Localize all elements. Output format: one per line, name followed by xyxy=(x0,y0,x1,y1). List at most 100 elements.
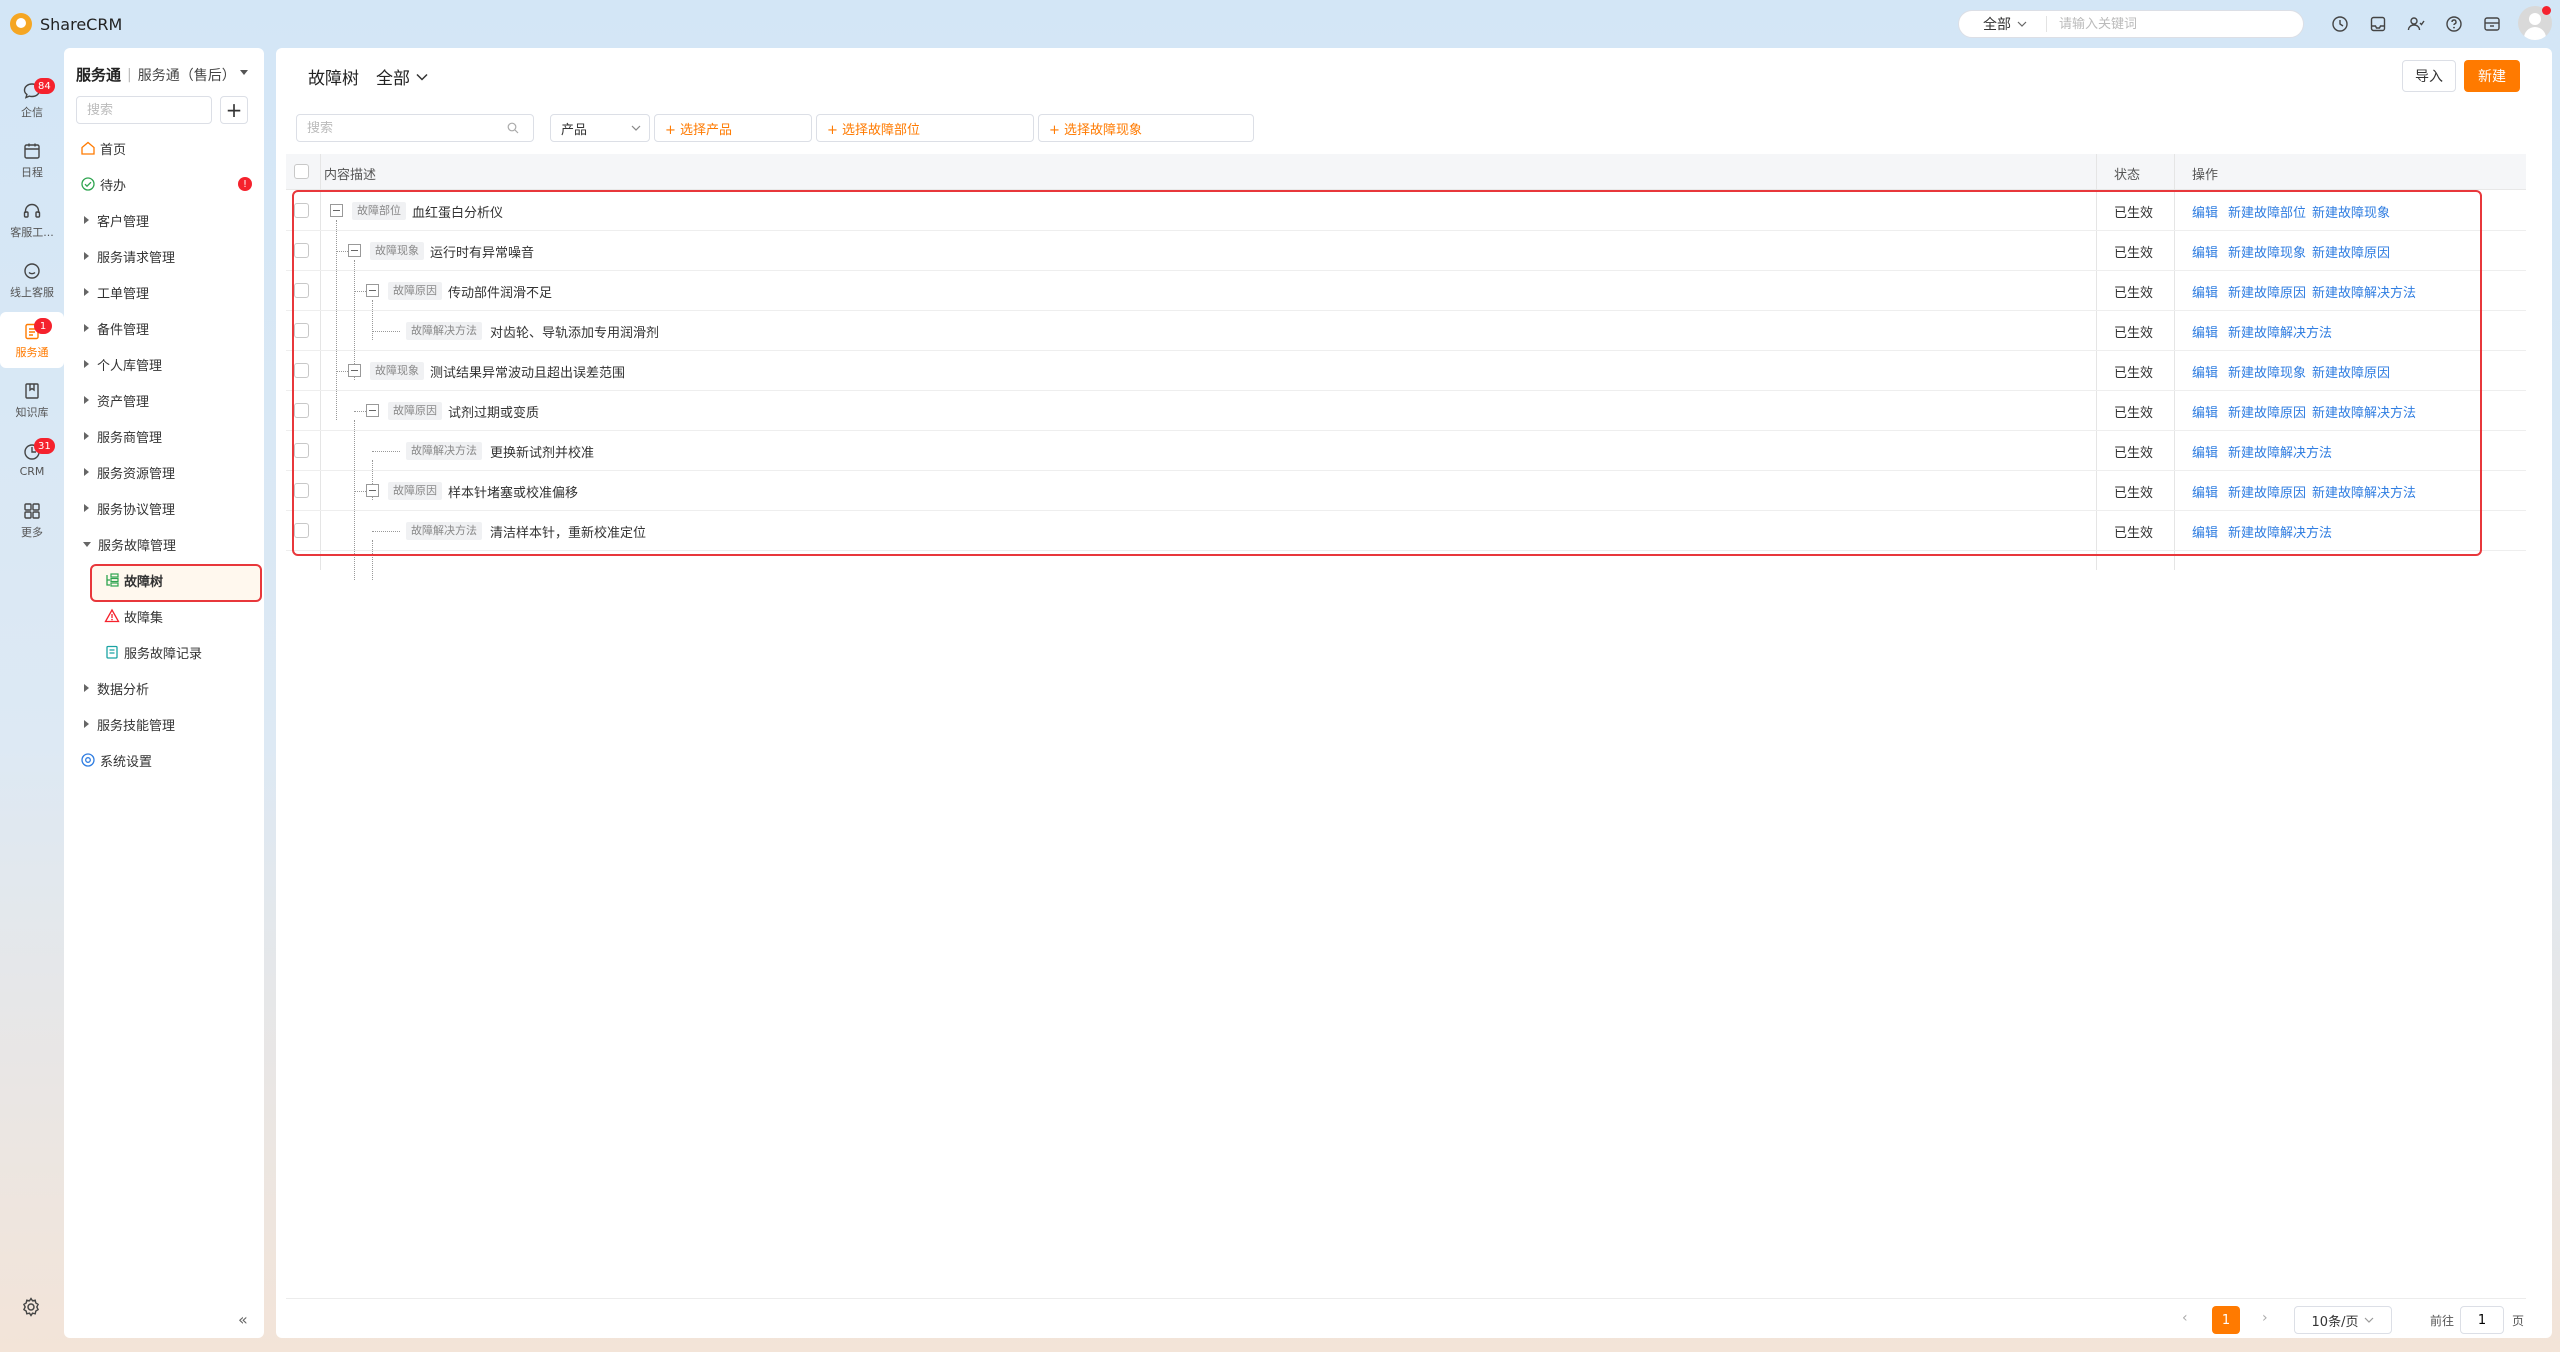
sidebar-item-providers[interactable]: 服务商管理 xyxy=(80,421,260,451)
sidebar-item-personal-stock[interactable]: 个人库管理 xyxy=(80,349,260,379)
new-fault-solution-link[interactable]: 新建故障解决方法 xyxy=(2228,442,2332,461)
settings-gear-icon[interactable] xyxy=(20,1296,44,1320)
sidebar-item-fault-management[interactable]: 服务故障管理 xyxy=(80,529,260,559)
inbox-icon[interactable] xyxy=(2366,12,2390,36)
row-desc: 对齿轮、导轨添加专用润滑剂 xyxy=(490,326,660,341)
sidebar-item-customer[interactable]: 客户管理 xyxy=(80,205,260,235)
new-fault-cause-link[interactable]: 新建故障原因 xyxy=(2228,482,2306,501)
product-filter-select[interactable]: 产品 xyxy=(550,114,650,142)
collapse-node-icon[interactable] xyxy=(348,244,361,257)
rail-item-service-hub[interactable]: 服务通 1 xyxy=(0,312,64,368)
row-checkbox[interactable] xyxy=(294,243,309,258)
view-scope-label: 全部 xyxy=(376,69,410,89)
new-fault-solution-link[interactable]: 新建故障解决方法 xyxy=(2228,322,2332,341)
edit-link[interactable]: 编辑 xyxy=(2192,522,2218,541)
sidebar-item-assets[interactable]: 资产管理 xyxy=(80,385,260,415)
collapse-node-icon[interactable] xyxy=(330,204,343,217)
new-fault-solution-link[interactable]: 新建故障解决方法 xyxy=(2228,522,2332,541)
edit-link[interactable]: 编辑 xyxy=(2192,482,2218,501)
new-fault-cause-link[interactable]: 新建故障原因 xyxy=(2312,242,2390,261)
search-scope-select[interactable]: 全部 xyxy=(1959,16,2047,33)
new-fault-cause-link[interactable]: 新建故障原因 xyxy=(2228,402,2306,421)
new-fault-solution-link[interactable]: 新建故障解决方法 xyxy=(2312,282,2416,301)
goto-page-input[interactable] xyxy=(2460,1306,2504,1334)
sidebar-item-todo[interactable]: 待办 ! xyxy=(80,169,260,199)
new-button[interactable]: 新建 xyxy=(2464,60,2520,92)
edit-link[interactable]: 编辑 xyxy=(2192,362,2218,381)
edit-link[interactable]: 编辑 xyxy=(2192,322,2218,341)
row-checkbox[interactable] xyxy=(294,403,309,418)
new-fault-phenomenon-link[interactable]: 新建故障现象 xyxy=(2312,202,2390,221)
caret-down-icon[interactable] xyxy=(240,70,248,75)
sidebar-item-work-order[interactable]: 工单管理 xyxy=(80,277,260,307)
search-icon[interactable] xyxy=(507,122,519,134)
row-checkbox[interactable] xyxy=(294,483,309,498)
rail-item-crm[interactable]: CRM 31 xyxy=(0,432,64,488)
store-icon[interactable] xyxy=(2480,12,2504,36)
sidebar-item-fault-tree[interactable]: 故障树 xyxy=(98,565,268,595)
rail-item-online-service[interactable]: 线上客服 xyxy=(0,252,64,308)
new-fault-solution-link[interactable]: 新建故障解决方法 xyxy=(2312,402,2416,421)
new-fault-part-link[interactable]: 新建故障部位 xyxy=(2228,202,2306,221)
sidebar-search-input[interactable] xyxy=(76,96,212,124)
collapse-node-icon[interactable] xyxy=(366,484,379,497)
sidebar-item-fault-records[interactable]: 服务故障记录 xyxy=(98,637,268,667)
history-icon[interactable] xyxy=(2328,12,2352,36)
collapse-node-icon[interactable] xyxy=(366,284,379,297)
sidebar-item-home[interactable]: 首页 xyxy=(80,133,260,163)
edit-link[interactable]: 编辑 xyxy=(2192,202,2218,221)
prev-page-icon[interactable]: ‹ xyxy=(2182,1310,2188,1326)
new-fault-phenomenon-link[interactable]: 新建故障现象 xyxy=(2228,242,2306,261)
rail-item-service-desk[interactable]: 客服工... xyxy=(0,192,64,248)
row-checkbox[interactable] xyxy=(294,363,309,378)
row-checkbox[interactable] xyxy=(294,283,309,298)
collapse-node-icon[interactable] xyxy=(348,364,361,377)
rail-item-messages[interactable]: 企信 84 xyxy=(0,72,64,128)
row-checkbox[interactable] xyxy=(294,443,309,458)
rail-item-more[interactable]: 更多 xyxy=(0,492,64,548)
new-fault-solution-link[interactable]: 新建故障解决方法 xyxy=(2312,482,2416,501)
row-checkbox[interactable] xyxy=(294,323,309,338)
new-fault-cause-link[interactable]: 新建故障原因 xyxy=(2228,282,2306,301)
global-search-input[interactable] xyxy=(2047,16,2287,32)
sidebar-item-spare-parts[interactable]: 备件管理 xyxy=(80,313,260,343)
sidebar-item-agreements[interactable]: 服务协议管理 xyxy=(80,493,260,523)
sidebar-item-resources[interactable]: 服务资源管理 xyxy=(80,457,260,487)
sidebar-header[interactable]: 服务通 | 服务通（售后） xyxy=(76,64,236,85)
help-icon[interactable] xyxy=(2442,12,2466,36)
view-scope-select[interactable]: 全部 xyxy=(376,64,428,89)
select-fault-phenomenon-button[interactable]: + 选择故障现象 xyxy=(1038,114,1254,142)
table-row: 故障原因 试剂过期或变质 已生效 编辑 新建故障原因 新建故障解决方法 xyxy=(286,391,2526,431)
sidebar-add-button[interactable]: + xyxy=(220,96,248,124)
edit-link[interactable]: 编辑 xyxy=(2192,242,2218,261)
rail-label: 线上客服 xyxy=(10,285,54,299)
sidebar-item-analytics[interactable]: 数据分析 xyxy=(80,673,260,703)
page-size-select[interactable]: 10条/页 xyxy=(2294,1306,2392,1334)
select-all-checkbox[interactable] xyxy=(294,164,309,179)
edit-link[interactable]: 编辑 xyxy=(2192,282,2218,301)
sidebar-item-fault-set[interactable]: 故障集 xyxy=(98,601,268,631)
collapse-sidebar-icon[interactable]: « xyxy=(238,1310,248,1329)
contacts-icon[interactable] xyxy=(2404,12,2428,36)
new-fault-phenomenon-link[interactable]: 新建故障现象 xyxy=(2228,362,2306,381)
table-search-input[interactable] xyxy=(307,120,507,136)
sidebar-item-system-settings[interactable]: 系统设置 xyxy=(80,745,260,775)
import-button[interactable]: 导入 xyxy=(2402,60,2456,92)
new-fault-cause-link[interactable]: 新建故障原因 xyxy=(2312,362,2390,381)
select-product-button[interactable]: + 选择产品 xyxy=(654,114,812,142)
edit-link[interactable]: 编辑 xyxy=(2192,442,2218,461)
caret-right-icon xyxy=(84,396,89,404)
app-logo[interactable]: ShareCRM xyxy=(10,13,122,35)
rail-item-calendar[interactable]: 日程 xyxy=(0,132,64,188)
next-page-icon[interactable]: › xyxy=(2262,1310,2268,1326)
row-checkbox[interactable] xyxy=(294,203,309,218)
row-type-tag: 故障解决方法 xyxy=(406,322,482,340)
edit-link[interactable]: 编辑 xyxy=(2192,402,2218,421)
sidebar-item-skills[interactable]: 服务技能管理 xyxy=(80,709,260,739)
collapse-node-icon[interactable] xyxy=(366,404,379,417)
select-fault-part-button[interactable]: + 选择故障部位 xyxy=(816,114,1034,142)
sidebar-item-service-request[interactable]: 服务请求管理 xyxy=(80,241,260,271)
current-page-button[interactable]: 1 xyxy=(2212,1306,2240,1334)
row-checkbox[interactable] xyxy=(294,523,309,538)
rail-item-knowledge[interactable]: 知识库 xyxy=(0,372,64,428)
